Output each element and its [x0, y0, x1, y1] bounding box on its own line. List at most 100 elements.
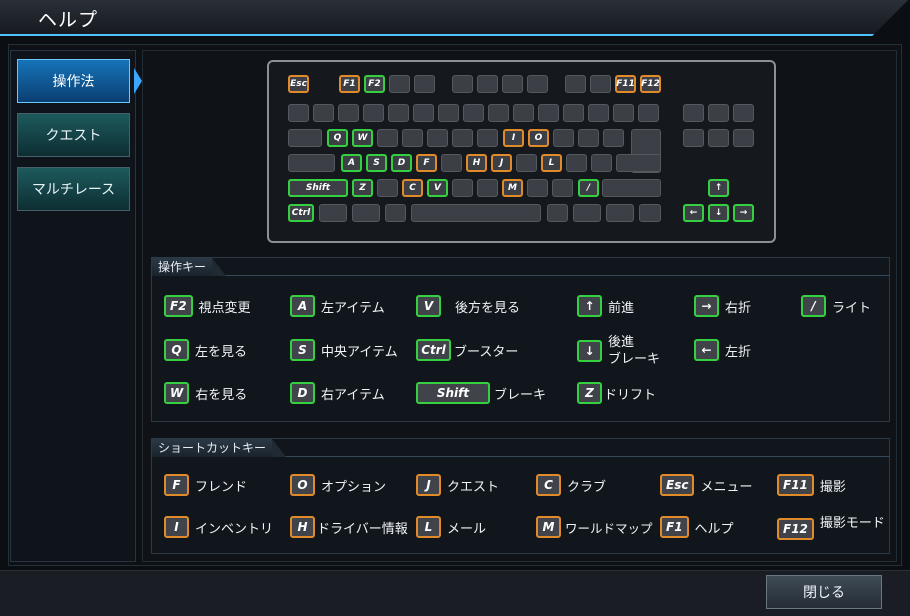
key-z: Z	[352, 179, 373, 197]
key-k	[516, 154, 537, 172]
shortcut-item: J クエスト	[416, 474, 499, 496]
shortcut-item: L メール	[416, 516, 486, 538]
key-chip: I	[164, 516, 189, 538]
control-item: Q 左を見る	[164, 339, 247, 361]
shortcut-label: ドライバー情報	[317, 521, 408, 537]
key-left-arrow-icon: ←	[683, 204, 704, 222]
key-chip: Esc	[660, 474, 695, 496]
key-x	[377, 179, 398, 197]
nav-item-controls[interactable]: 操作法	[17, 59, 130, 103]
key-h: H	[466, 154, 487, 172]
key	[563, 104, 584, 122]
shortcut-item: M ワールドマップ	[536, 516, 653, 538]
key-up-arrow-icon: ↑	[708, 179, 729, 197]
nav-item-quests[interactable]: クエスト	[17, 113, 130, 157]
shortcuts-panel-header: ショートカットキー	[152, 439, 890, 457]
key	[553, 129, 574, 147]
shortcut-label: 撮影モード	[819, 516, 885, 531]
key	[385, 204, 406, 222]
control-item: Ctrl ブースター	[416, 339, 518, 361]
nav-item-label: 操作法	[52, 74, 95, 90]
key-f5	[452, 75, 473, 93]
control-label: 前進	[608, 300, 635, 316]
key-f3	[389, 75, 410, 93]
key	[606, 204, 634, 222]
shortcut-item: F1 ヘルプ	[660, 516, 734, 538]
key-chip: Z	[577, 382, 602, 404]
key	[413, 104, 434, 122]
key-pageup	[733, 104, 754, 122]
key	[427, 129, 448, 147]
key	[638, 104, 659, 122]
shortcut-item: I インベントリ	[164, 516, 273, 538]
control-label: 中央アイテム	[321, 344, 398, 360]
nav-item-label: クエスト	[45, 128, 102, 144]
key-j: J	[491, 154, 512, 172]
key	[402, 129, 423, 147]
nav-item-multirace[interactable]: マルチレース	[17, 167, 130, 211]
key-chip: S	[290, 339, 315, 361]
shortcut-item: C クラブ	[536, 474, 606, 496]
control-item: Shift ブレーキ	[416, 382, 546, 404]
key-f4	[414, 75, 435, 93]
key-q: Q	[327, 129, 348, 147]
key	[319, 204, 347, 222]
shortcut-label: インベントリ	[195, 521, 274, 537]
control-item: ↑ 前進	[577, 295, 634, 317]
key-end	[708, 129, 729, 147]
control-label: 後方を見る	[455, 300, 521, 316]
key	[591, 154, 612, 172]
nav-item-label: マルチレース	[31, 182, 116, 198]
shortcut-item: F11 撮影	[777, 474, 846, 496]
key	[613, 104, 634, 122]
key-f7	[502, 75, 523, 93]
shortcut-item: H ドライバー情報	[290, 516, 408, 538]
control-item: → 右折	[694, 295, 751, 317]
key-chip: A	[290, 295, 315, 317]
key-chip: F12	[777, 518, 814, 540]
key-chip: F1	[660, 516, 689, 538]
shortcut-label: ヘルプ	[694, 521, 734, 537]
control-item: W 右を見る	[164, 382, 247, 404]
key	[388, 104, 409, 122]
key-f1: F1	[339, 75, 360, 93]
key-f2: F2	[364, 75, 385, 93]
key	[538, 104, 559, 122]
close-button[interactable]: 閉じる	[766, 575, 882, 609]
shortcut-label: 撮影	[819, 479, 846, 495]
key-f8	[527, 75, 548, 93]
key	[438, 104, 459, 122]
key-chip: ↓	[577, 340, 602, 362]
key-chip: J	[416, 474, 441, 496]
key	[288, 104, 309, 122]
key	[578, 129, 599, 147]
key-space	[411, 204, 541, 222]
control-label: ブレーキ	[494, 387, 547, 403]
key-down-arrow-icon: ↓	[708, 204, 729, 222]
key-f12: F12	[640, 75, 661, 93]
key-chip: M	[536, 516, 561, 538]
key-chip: C	[536, 474, 561, 496]
key-chip: /	[801, 295, 826, 317]
key	[352, 204, 380, 222]
key-l: L	[541, 154, 562, 172]
key-chip: D	[290, 382, 315, 404]
key-f11: F11	[615, 75, 636, 93]
shortcut-item: O オプション	[290, 474, 386, 496]
key-f6	[477, 75, 498, 93]
title-bar: ヘルプ	[0, 0, 910, 36]
control-label: ドリフト	[604, 387, 657, 403]
keyboard-diagram: Esc F1 F2 F11 F12 Q W I O A S D F H J L	[267, 60, 776, 243]
key	[488, 104, 509, 122]
key-right-shift	[602, 179, 661, 197]
key-tab	[288, 129, 322, 147]
control-item: V 後方を見る	[416, 295, 520, 317]
key	[588, 104, 609, 122]
key	[363, 104, 384, 122]
control-label: 左折	[725, 344, 752, 360]
key-b	[452, 179, 473, 197]
key-f9	[565, 75, 586, 93]
key	[552, 179, 573, 197]
key-s: S	[366, 154, 387, 172]
key	[527, 179, 548, 197]
